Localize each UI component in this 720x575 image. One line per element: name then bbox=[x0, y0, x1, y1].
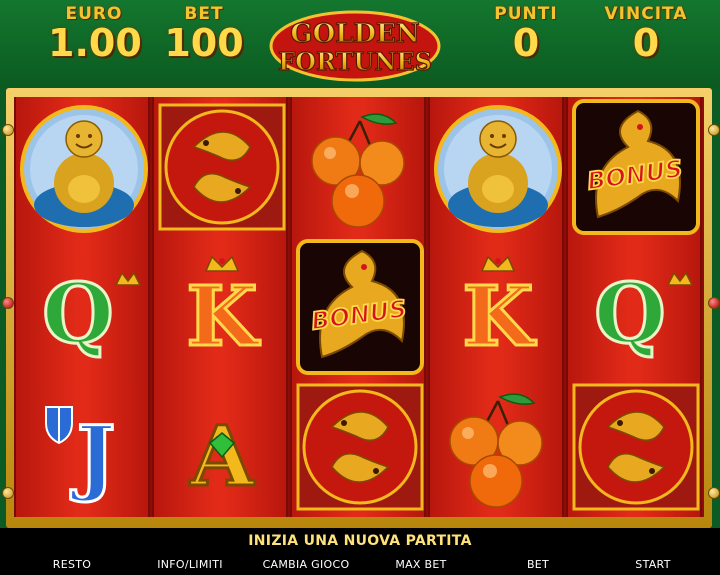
status-message: INIZIA UNA NUOVA PARTITA bbox=[0, 528, 720, 555]
symbol-letter-k: K bbox=[430, 237, 562, 377]
win-value: 0 bbox=[632, 21, 660, 65]
symbol-letter-k: K bbox=[154, 237, 286, 377]
symbol-oranges bbox=[292, 97, 424, 237]
payline-marker-right-bottom bbox=[708, 487, 720, 499]
oranges-icon bbox=[449, 393, 543, 508]
dragon-bonus-icon: BONUS bbox=[572, 99, 700, 235]
reel-2: K A bbox=[152, 97, 288, 517]
koi-icon bbox=[572, 383, 700, 511]
symbol-buddha bbox=[16, 97, 148, 237]
reel-1: Q J bbox=[14, 97, 150, 517]
top-bar: EURO 1.00 BET 100 GOLDEN FORTUNES PUNTI … bbox=[0, 0, 720, 88]
svg-text:Q: Q bbox=[594, 266, 665, 362]
buddha-icon bbox=[434, 105, 562, 233]
symbol-letter-q: Q bbox=[568, 237, 700, 377]
symbol-dragon-bonus: BONUS bbox=[292, 237, 424, 377]
max-bet-button[interactable]: MAX BET bbox=[386, 555, 456, 575]
win-meter: VINCITA 0 bbox=[596, 4, 696, 62]
symbol-oranges bbox=[430, 377, 562, 517]
reel-5: BONUS Q bbox=[566, 97, 702, 517]
resto-button[interactable]: RESTO bbox=[40, 555, 104, 575]
symbol-letter-q: Q bbox=[16, 237, 148, 377]
game-logo: GOLDEN FORTUNES bbox=[262, 4, 448, 84]
letter-k-icon: K bbox=[461, 255, 538, 367]
symbol-koi bbox=[292, 377, 424, 517]
buddha-icon bbox=[20, 105, 148, 233]
cambia-gioco-button[interactable]: CAMBIA GIOCO bbox=[254, 555, 358, 575]
payline-marker-left-top bbox=[2, 124, 14, 136]
letter-j-icon: J bbox=[45, 406, 117, 507]
symbol-koi bbox=[154, 97, 286, 237]
svg-text:K: K bbox=[462, 269, 536, 365]
currency-meter: EURO 1.00 bbox=[48, 4, 142, 65]
koi-icon bbox=[158, 103, 286, 231]
symbol-letter-j: J bbox=[16, 377, 148, 517]
letter-q-icon: Q bbox=[593, 265, 694, 364]
reel-area: Q J K A BONUS bbox=[14, 97, 704, 517]
currency-value: 1.00 bbox=[48, 21, 142, 65]
logo-line2: FORTUNES bbox=[278, 47, 432, 76]
reel-4: K bbox=[428, 97, 564, 517]
logo-line1: GOLDEN bbox=[290, 19, 419, 49]
letter-a-icon: A bbox=[188, 408, 257, 507]
info-limiti-button[interactable]: INFO/LIMITI bbox=[148, 555, 232, 575]
payline-marker-right-mid bbox=[708, 297, 720, 309]
svg-text:J: J bbox=[71, 409, 116, 505]
reel-3: BONUS bbox=[290, 97, 426, 517]
payline-marker-right-top bbox=[708, 124, 720, 136]
points-meter: PUNTI 0 bbox=[486, 4, 566, 62]
symbol-letter-a: A bbox=[154, 377, 286, 517]
points-value: 0 bbox=[512, 21, 540, 65]
payline-marker-left-mid bbox=[2, 297, 14, 309]
svg-text:K: K bbox=[186, 269, 260, 365]
koi-icon bbox=[296, 383, 424, 511]
start-button[interactable]: START bbox=[620, 555, 686, 575]
button-bar: RESTO INFO/LIMITI CAMBIA GIOCO MAX BET B… bbox=[0, 555, 720, 575]
dragon-bonus-icon: BONUS bbox=[296, 239, 424, 375]
letter-q-icon: Q bbox=[41, 265, 142, 364]
svg-text:Q: Q bbox=[42, 266, 113, 362]
bet-button[interactable]: BET bbox=[514, 555, 562, 575]
bet-meter: BET 100 bbox=[160, 4, 248, 62]
oranges-icon bbox=[311, 113, 405, 228]
symbol-dragon-bonus: BONUS bbox=[568, 97, 700, 237]
letter-k-icon: K bbox=[185, 255, 262, 367]
payline-marker-left-bottom bbox=[2, 487, 14, 499]
symbol-koi bbox=[568, 377, 700, 517]
symbol-buddha bbox=[430, 97, 562, 237]
bet-value: 100 bbox=[164, 21, 244, 65]
